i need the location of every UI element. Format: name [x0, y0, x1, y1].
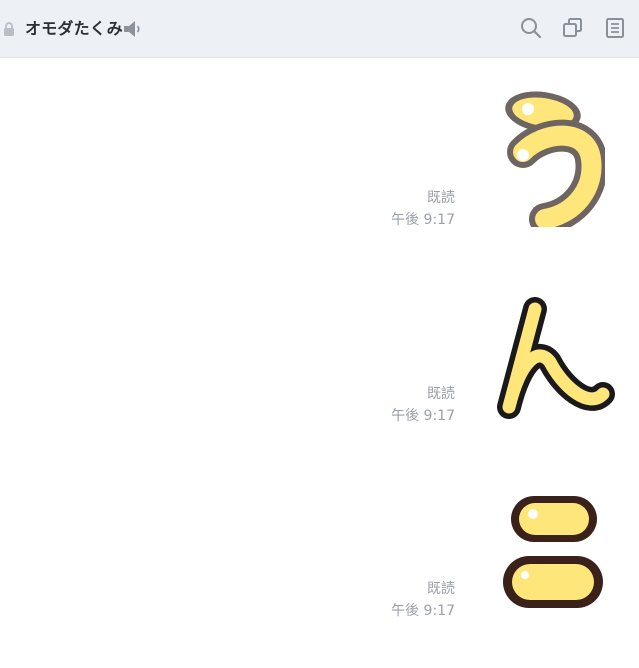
hiragana-ni-sticker[interactable]: [499, 490, 609, 616]
read-label: 既読: [427, 190, 455, 206]
read-label: 既読: [427, 386, 455, 402]
message-time: 午後 9:17: [391, 212, 455, 228]
hiragana-n-sticker[interactable]: [493, 295, 618, 427]
lock-icon: [4, 22, 14, 36]
message-meta: 既読 午後 9:17: [391, 578, 455, 622]
message-meta: 既読 午後 9:17: [391, 187, 455, 231]
message-time: 午後 9:17: [391, 408, 455, 424]
speaker-icon[interactable]: [121, 19, 143, 39]
read-label: 既読: [427, 581, 455, 597]
chat-header: オモダたくみ: [0, 0, 639, 58]
notes-icon[interactable]: [603, 16, 627, 40]
chat-area: 既読 午後 9:17 既読 午後 9:17 既読 午後 9:17: [0, 58, 639, 668]
copy-icon[interactable]: [561, 16, 585, 40]
chat-title: オモダたくみ: [25, 19, 123, 38]
message-meta: 既読 午後 9:17: [391, 383, 455, 427]
search-icon[interactable]: [519, 16, 543, 40]
message-time: 午後 9:17: [391, 603, 455, 619]
hiragana-u-sticker[interactable]: [495, 85, 605, 227]
